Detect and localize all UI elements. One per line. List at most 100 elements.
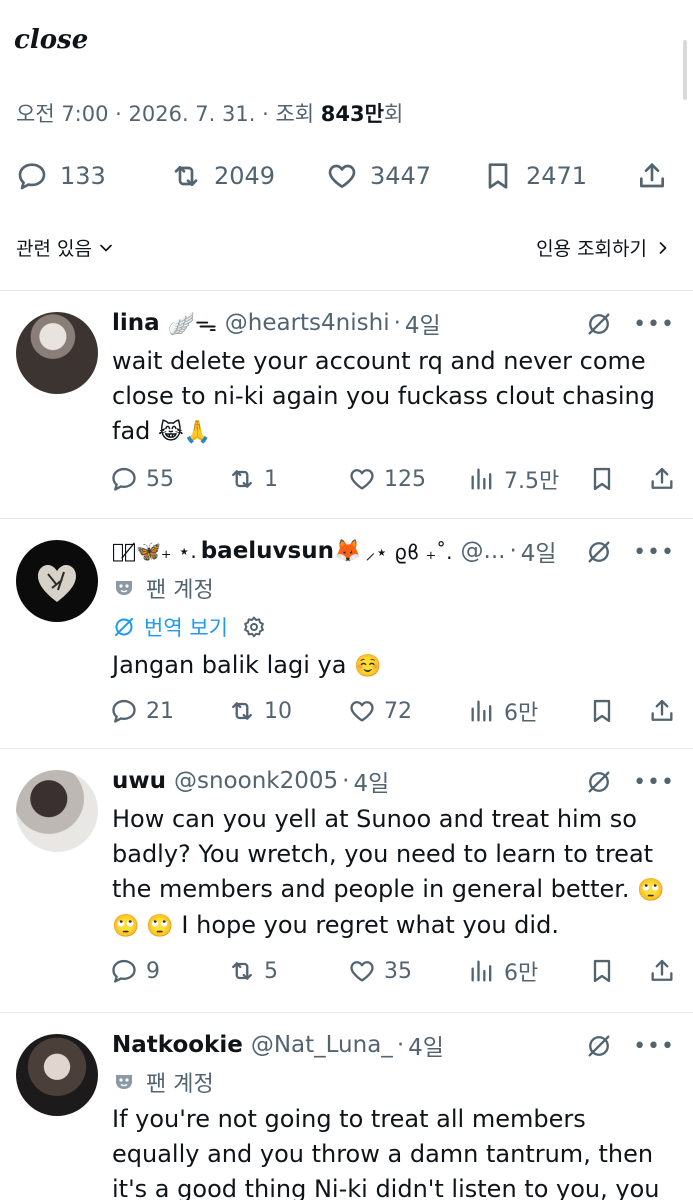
reply-button[interactable]: 133 [16, 156, 106, 196]
reply-item[interactable]: uwu @snoonk2005 · 4일 ••• How can you yel… [0, 748, 693, 1012]
avatar[interactable] [16, 1034, 98, 1116]
chevron-right-icon [659, 241, 667, 254]
reply-button[interactable]: 9 [110, 954, 160, 988]
settings-gear-icon[interactable] [242, 615, 266, 639]
share-icon [651, 467, 673, 489]
grok-icon[interactable] [585, 310, 613, 338]
grok-icon [115, 618, 133, 636]
views-button[interactable]: 7.5만 [468, 462, 559, 496]
reply-count: 133 [60, 162, 106, 190]
display-name[interactable]: Natkookie [112, 1032, 243, 1058]
reply-icon [18, 163, 46, 190]
reply-actions: 21 10 72 6만 [110, 694, 680, 728]
views-label: 조회 [275, 102, 315, 126]
like-button[interactable]: 72 [348, 694, 412, 728]
tweet-date[interactable]: 2026. 7. 31. [129, 102, 256, 126]
display-name[interactable]: baeluvsun [201, 538, 334, 564]
retweet-button[interactable]: 5 [228, 954, 278, 988]
retweet-button[interactable]: 10 [228, 694, 292, 728]
reply-text: How can you yell at Sunoo and treat him … [112, 805, 665, 939]
tweet-time[interactable]: 오전 7:00 [16, 102, 108, 126]
retweet-count: 10 [264, 698, 292, 724]
share-icon [651, 699, 673, 721]
reply-button[interactable]: 55 [110, 462, 174, 496]
reply-item[interactable]: Natkookie @Nat_Luna_ · 4일 ••• 팬 계정 If yo… [0, 1012, 693, 1200]
share-button[interactable] [648, 462, 676, 496]
views-button[interactable]: 6만 [468, 954, 538, 988]
user-handle[interactable]: @... [461, 538, 506, 564]
more-icon[interactable]: ••• [633, 540, 675, 565]
reply-age[interactable]: 4일 [353, 764, 389, 798]
name-emoji: 🪽ᯓ [167, 312, 217, 337]
grok-icon[interactable] [585, 768, 613, 796]
share-button[interactable] [648, 954, 676, 988]
retweet-icon [232, 962, 252, 980]
retweet-count: 1 [264, 466, 278, 492]
bookmark-button[interactable] [588, 462, 616, 496]
chevron-down-icon [100, 244, 112, 251]
heart-icon [328, 164, 356, 188]
reply-item[interactable]: ฅ⃝̸🦋₊ ⋆. baeluvsun 🦊 ⸝⋆ ϱϐ ₊˚. @... · 4일… [0, 518, 693, 748]
bookmark-button[interactable] [588, 954, 616, 988]
views-button[interactable]: 6만 [468, 694, 538, 728]
reply-age[interactable]: 4일 [405, 306, 441, 340]
scrollbar[interactable] [683, 40, 687, 100]
user-handle[interactable]: @hearts4nishi [225, 310, 390, 336]
bookmark-count: 2471 [526, 162, 588, 190]
retweet-icon [174, 166, 198, 186]
reply-button[interactable]: 21 [110, 694, 174, 728]
share-icon [640, 163, 664, 188]
display-name[interactable]: uwu [112, 768, 166, 794]
more-icon[interactable]: ••• [633, 770, 675, 795]
heart-icon [350, 961, 374, 982]
like-button[interactable]: 125 [348, 462, 426, 496]
related-sort-dropdown[interactable]: 관련 있음 [16, 234, 116, 261]
like-count: 3447 [370, 162, 432, 190]
bookmark-icon [488, 163, 508, 189]
retweet-button[interactable]: 2049 [170, 156, 275, 196]
user-handle[interactable]: @Nat_Luna_ [251, 1032, 393, 1058]
reply-text: wait delete your account rq and never co… [112, 347, 655, 445]
bookmark-icon [593, 959, 611, 983]
bookmark-button[interactable] [588, 694, 616, 728]
name-prefix: ฅ⃝̸🦋₊ ⋆. [112, 539, 197, 563]
grok-icon[interactable] [585, 538, 613, 566]
avatar[interactable] [16, 312, 98, 394]
retweet-icon [232, 702, 252, 720]
views-count: 7.5만 [504, 469, 560, 494]
avatar[interactable] [16, 770, 98, 852]
retweet-count: 5 [264, 958, 278, 984]
reply-text: Jangan balik lagi ya ☺️ [112, 651, 382, 679]
reply-item[interactable]: lina 🪽ᯓ @hearts4nishi · 4일 ••• wait dele… [0, 290, 693, 518]
more-icon[interactable]: ••• [633, 1034, 675, 1059]
related-label: 관련 있음 [16, 238, 92, 260]
bookmark-button[interactable]: 2471 [482, 156, 587, 196]
like-count: 35 [384, 958, 412, 984]
translate-button[interactable]: 번역 보기 [112, 612, 266, 642]
reply-count: 55 [146, 466, 174, 492]
share-button[interactable] [636, 156, 680, 196]
reply-icon [112, 467, 136, 491]
like-button[interactable]: 3447 [326, 156, 431, 196]
reply-age[interactable]: 4일 [408, 1028, 444, 1062]
fan-account-badge: 팬 계정 [112, 572, 214, 604]
user-handle[interactable]: @snoonk2005 [174, 768, 338, 794]
reply-icon [112, 699, 136, 723]
view-quotes-link[interactable]: 인용 조회하기 [536, 234, 673, 261]
views-count: 6만 [504, 961, 539, 986]
reply-actions: 55 1 125 7.5만 [110, 462, 680, 496]
retweet-icon [232, 470, 252, 488]
display-name[interactable]: lina [112, 310, 160, 336]
bookmark-icon [593, 467, 611, 491]
heart-icon [350, 469, 374, 490]
retweet-count: 2049 [214, 162, 276, 190]
analytics-icon [471, 960, 492, 982]
mask-icon [116, 581, 132, 595]
share-button[interactable] [648, 694, 676, 728]
retweet-button[interactable]: 1 [228, 462, 278, 496]
like-button[interactable]: 35 [348, 954, 412, 988]
reply-age[interactable]: 4일 [521, 534, 557, 568]
grok-icon[interactable] [585, 1032, 613, 1060]
more-icon[interactable]: ••• [633, 312, 675, 337]
avatar[interactable] [16, 540, 98, 622]
